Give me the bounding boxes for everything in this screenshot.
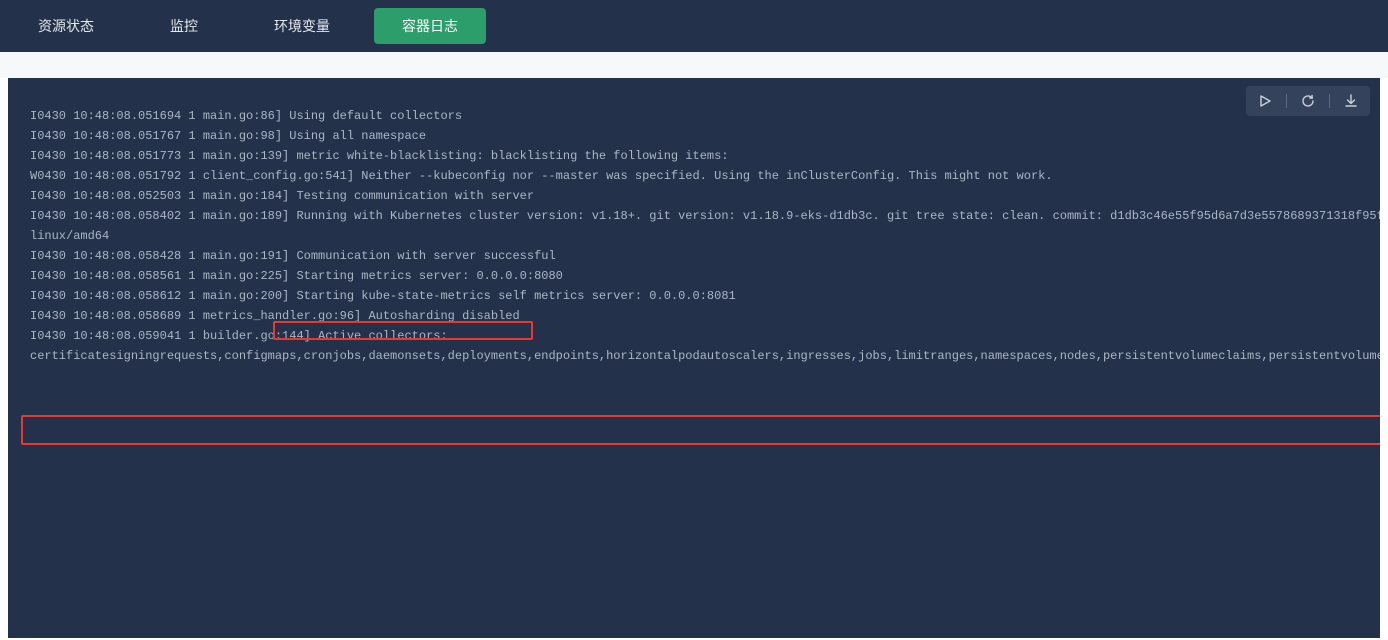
log-line: I0430 10:48:08.058689 1 metrics_handler.… [30, 306, 1370, 326]
log-line: I0430 10:48:08.051767 1 main.go:98] Usin… [30, 126, 1370, 146]
log-line: I0430 10:48:08.058561 1 main.go:225] Sta… [30, 266, 1370, 286]
log-line: W0430 10:48:08.051792 1 client_config.go… [30, 166, 1370, 186]
toolbar-separator [1329, 94, 1330, 108]
tab-monitoring[interactable]: 监控 [132, 0, 236, 52]
log-line: I0430 10:48:08.058428 1 main.go:191] Com… [30, 246, 1370, 266]
log-line: I0430 10:48:08.058612 1 main.go:200] Sta… [30, 286, 1370, 306]
log-line: I0430 10:48:08.051773 1 main.go:139] met… [30, 146, 1370, 166]
refresh-icon[interactable] [1299, 92, 1317, 110]
log-panel: I0430 10:48:08.051694 1 main.go:86] Usin… [8, 78, 1380, 638]
log-line: certificatesigningrequests,configmaps,cr… [30, 346, 1370, 366]
toolbar-separator [1286, 94, 1287, 108]
play-icon[interactable] [1256, 92, 1274, 110]
log-line: I0430 10:48:08.058402 1 main.go:189] Run… [30, 206, 1370, 226]
top-tab-bar: 资源状态 监控 环境变量 容器日志 [0, 0, 1388, 52]
tab-container-logs[interactable]: 容器日志 [374, 8, 486, 44]
log-content: I0430 10:48:08.051694 1 main.go:86] Usin… [30, 106, 1370, 366]
log-line: I0430 10:48:08.052503 1 main.go:184] Tes… [30, 186, 1370, 206]
tab-env-vars[interactable]: 环境变量 [236, 0, 368, 52]
tab-resource-state[interactable]: 资源状态 [0, 0, 132, 52]
log-line: linux/amd64 [30, 226, 1370, 246]
log-line: I0430 10:48:08.059041 1 builder.go:144] … [30, 326, 1370, 346]
log-toolbar [1246, 86, 1370, 116]
download-icon[interactable] [1342, 92, 1360, 110]
log-line: I0430 10:48:08.051694 1 main.go:86] Usin… [30, 106, 1370, 126]
page-spacer [0, 52, 1388, 78]
highlight-box-big [21, 415, 1380, 445]
